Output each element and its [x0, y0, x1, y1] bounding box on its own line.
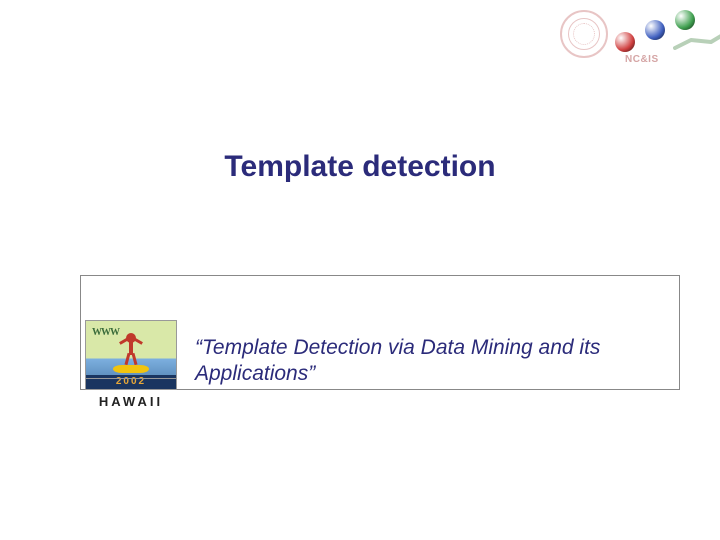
- slide-title: Template detection: [0, 150, 720, 184]
- paper-title: “Template Detection via Data Mining and …: [195, 335, 625, 388]
- conference-badge: WWW 2002 HAWAII: [85, 320, 177, 409]
- badge-underline: [85, 378, 177, 379]
- logo-text: NC&IS: [625, 54, 659, 65]
- conference-image: WWW 2002: [85, 320, 177, 390]
- conference-location: HAWAII: [85, 394, 177, 409]
- seal-icon: [560, 10, 608, 58]
- corner-logo: NC&IS: [560, 10, 710, 70]
- conference-acronym: WWW: [92, 327, 119, 338]
- molecule-icon: [615, 10, 705, 55]
